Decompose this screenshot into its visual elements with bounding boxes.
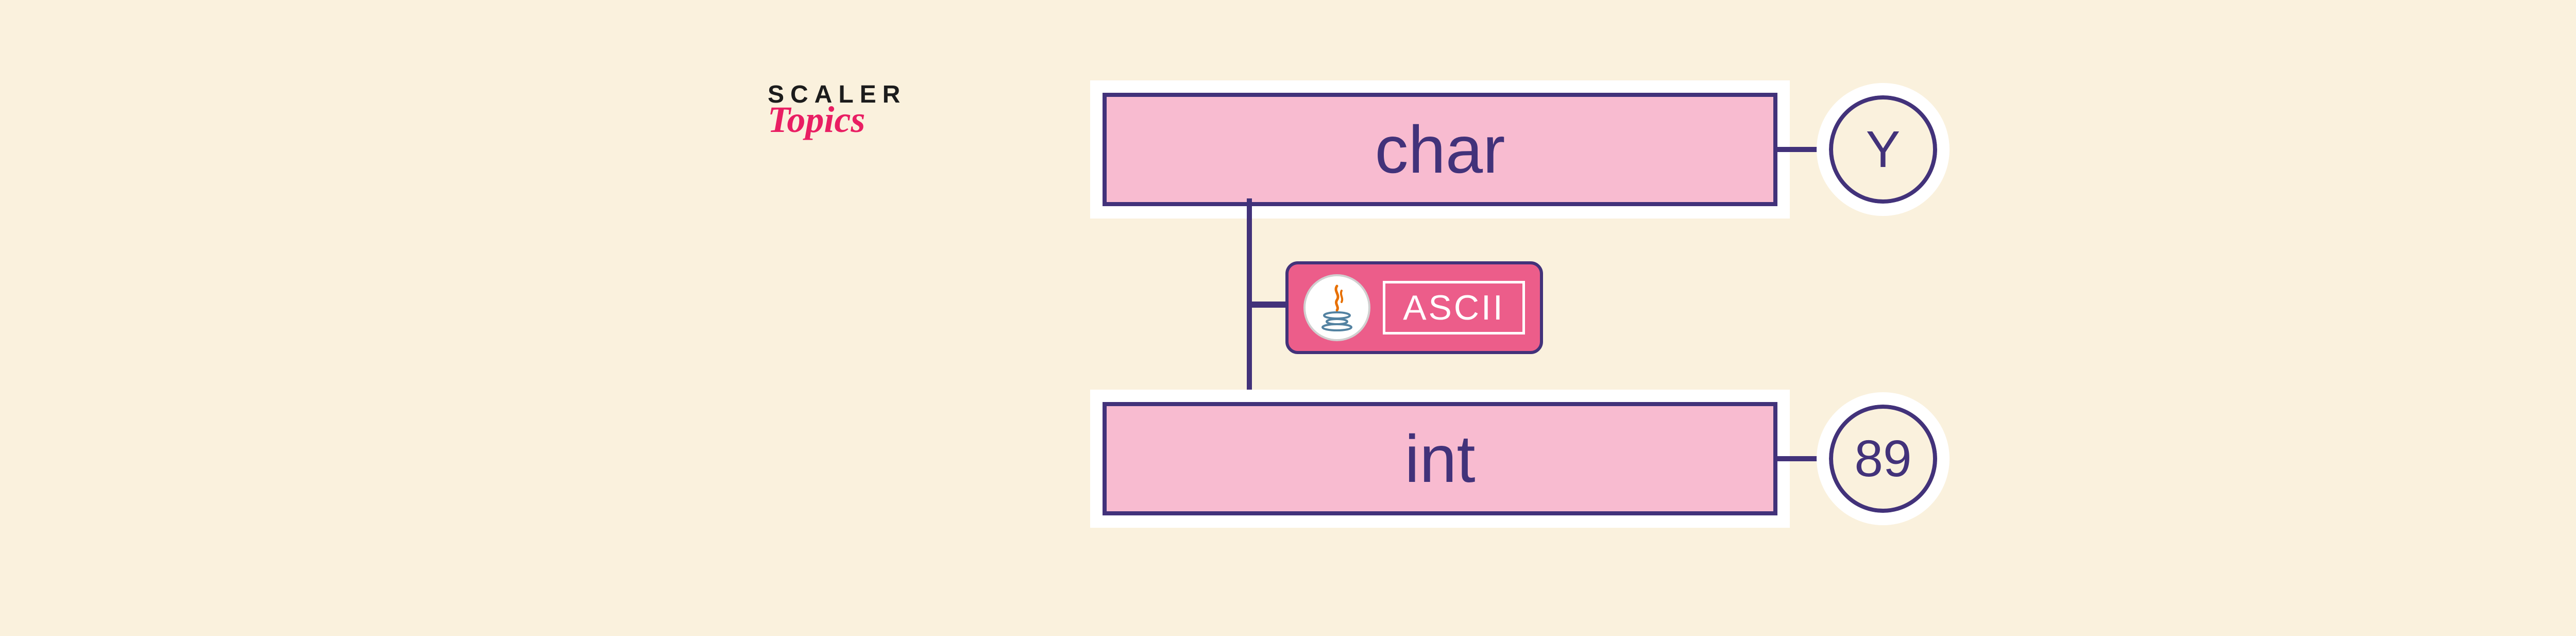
char-value-circle: Y bbox=[1829, 95, 1937, 204]
ascii-label: ASCII bbox=[1383, 281, 1525, 334]
connector-line bbox=[1777, 456, 1829, 461]
int-type-box: int bbox=[1103, 402, 1777, 515]
conversion-section: ASCII bbox=[1103, 206, 1777, 402]
ascii-badge: ASCII bbox=[1285, 261, 1543, 354]
connector-line bbox=[1249, 302, 1291, 308]
char-to-int-diagram: char Y ASCII int 89 bbox=[1103, 93, 1937, 515]
connector-line bbox=[1777, 147, 1829, 152]
int-row: int 89 bbox=[1103, 402, 1937, 515]
scaler-topics-logo: SCALER Topics bbox=[768, 82, 906, 138]
char-type-box: char bbox=[1103, 93, 1777, 206]
char-row: char Y bbox=[1103, 93, 1937, 206]
int-value-circle: 89 bbox=[1829, 405, 1937, 513]
java-icon bbox=[1303, 274, 1370, 341]
